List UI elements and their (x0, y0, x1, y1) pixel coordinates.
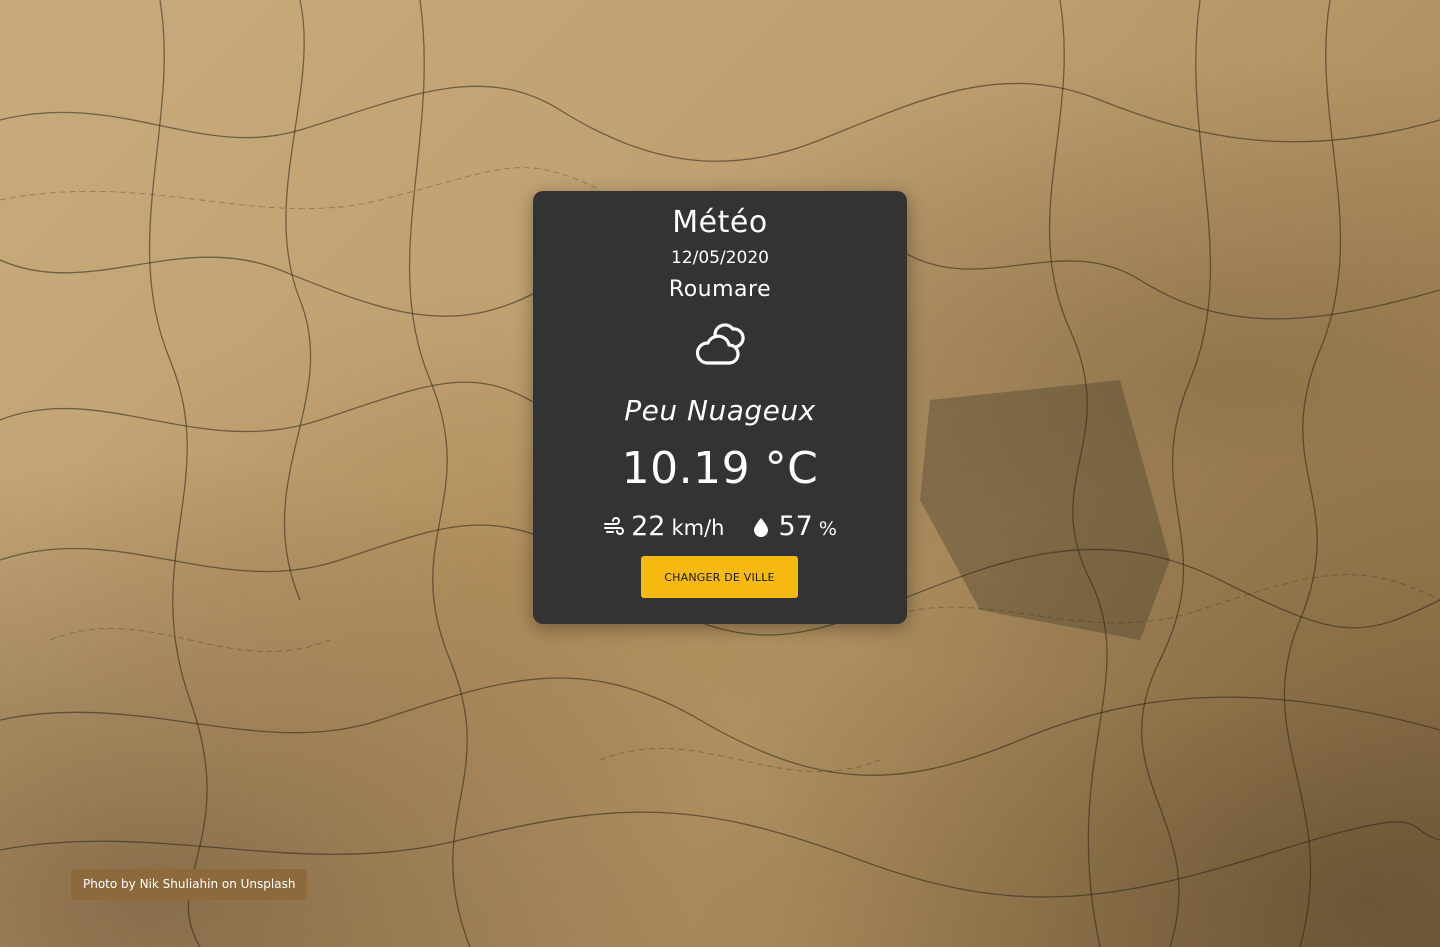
humidity-unit: % (818, 518, 837, 540)
temperature: 10.19 °C (621, 443, 819, 494)
card-title: Météo (672, 205, 768, 240)
humidity-value: 57 (778, 511, 813, 542)
credit-middle: on (218, 877, 241, 891)
credit-author-link[interactable]: Nik Shuliahin (140, 877, 218, 891)
weather-card: Météo 12/05/2020 Roumare Peu Nuageux 10.… (533, 191, 907, 624)
humidity-drop-icon (750, 516, 772, 538)
wind-stat: 22 km/h (603, 511, 724, 542)
weather-stats: 22 km/h 57 % (533, 511, 907, 542)
partly-cloudy-icon (695, 321, 745, 367)
credit-prefix: Photo by (83, 877, 140, 891)
weather-condition: Peu Nuageux (624, 394, 816, 427)
wind-speed-value: 22 (631, 511, 666, 542)
wind-speed-unit: km/h (671, 516, 725, 540)
change-city-button[interactable]: CHANGER DE VILLE (641, 556, 798, 598)
humidity-stat: 57 % (750, 511, 837, 542)
weather-date: 12/05/2020 (671, 248, 769, 268)
photo-credit: Photo by Nik Shuliahin on Unsplash (71, 869, 308, 900)
city-name: Roumare (668, 277, 772, 302)
wind-icon (603, 516, 625, 538)
credit-source-link[interactable]: Unsplash (241, 877, 296, 891)
